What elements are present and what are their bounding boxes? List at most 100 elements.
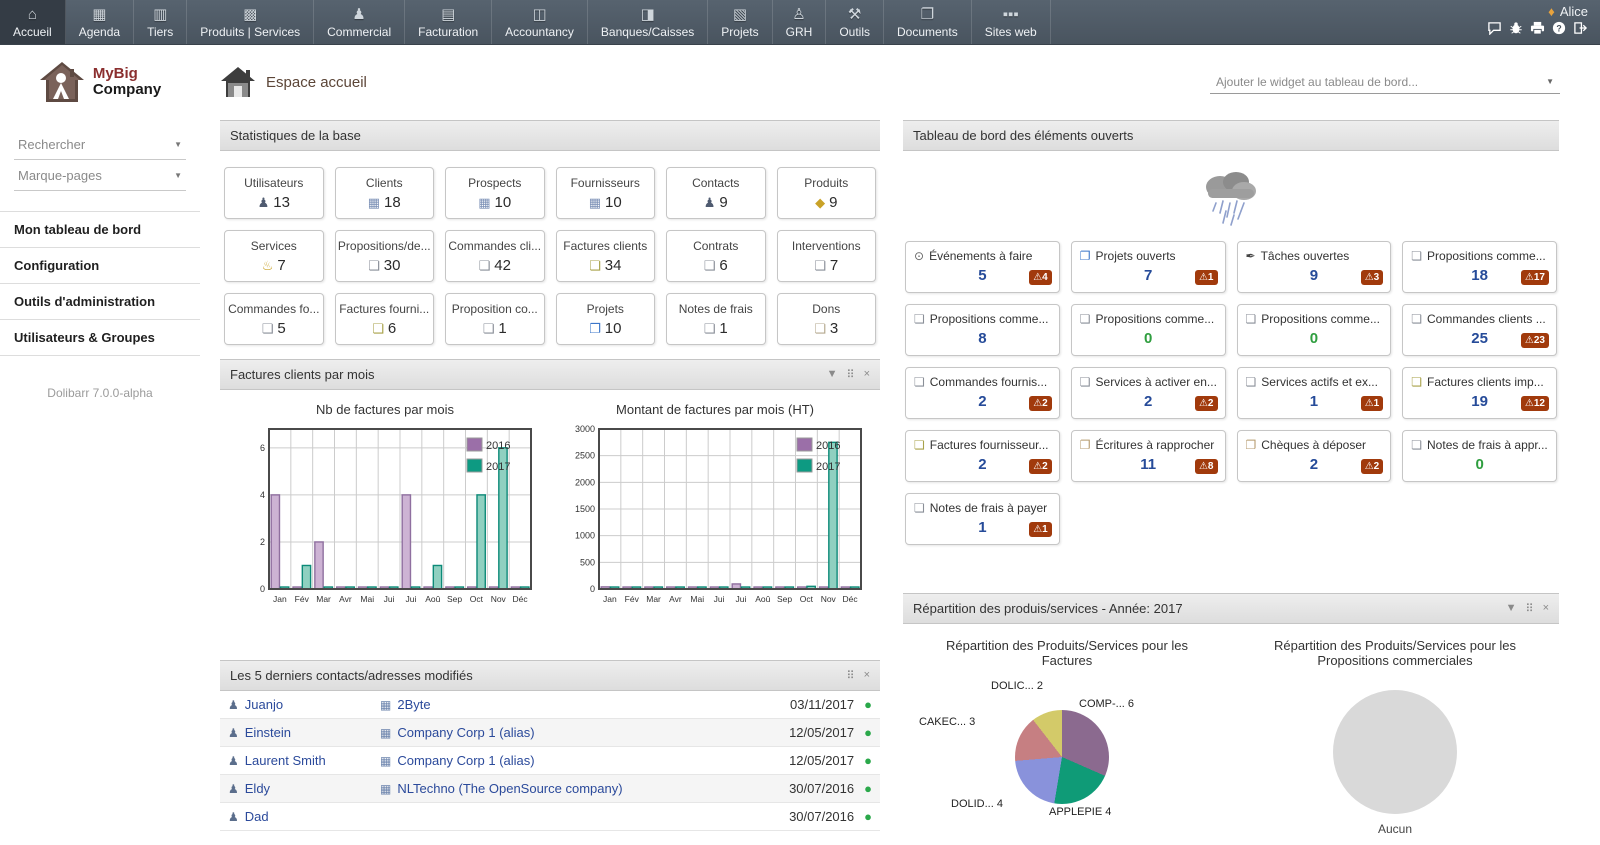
move-handle-icon[interactable]: ⠿ — [1526, 602, 1534, 615]
expense-icon: ❏ — [1411, 438, 1422, 452]
filter-icon[interactable]: ▼ — [1506, 602, 1517, 615]
open-item-box[interactable]: ❏Propositions comme...8 — [905, 304, 1060, 356]
document-icon: ❏ — [483, 321, 495, 336]
sidebar-item-configuration[interactable]: Configuration — [0, 247, 200, 283]
bookmarks-select[interactable]: Marque-pages▼ — [14, 160, 186, 191]
document-icon: ❏ — [914, 375, 925, 389]
open-item-box[interactable]: ❏Commandes clients ...25⚠23 — [1402, 304, 1557, 356]
stat-box-label: Produits — [780, 176, 874, 190]
sidebar-item-outils-d-administration[interactable]: Outils d'administration — [0, 283, 200, 319]
stat-box-value: ❏7 — [780, 257, 874, 274]
bug-icon[interactable] — [1509, 21, 1523, 35]
stat-box[interactable]: Proposition co...❏1 — [445, 293, 545, 345]
company-link[interactable]: ▦Company Corp 1 (alias) — [380, 725, 789, 740]
stat-box[interactable]: Contrats❏6 — [666, 230, 766, 282]
stat-box[interactable]: Contacts♟9 — [666, 167, 766, 219]
open-item-box[interactable]: ❐Chèques à déposer2⚠2 — [1237, 430, 1392, 482]
nav-item-accountancy[interactable]: ◫Accountancy — [492, 0, 588, 44]
stat-box[interactable]: Produits◆9 — [777, 167, 877, 219]
stat-box[interactable]: Clients▦18 — [335, 167, 435, 219]
open-item-box[interactable]: ❏Propositions comme...0 — [1071, 304, 1226, 356]
stat-box[interactable]: Factures clients❏34 — [556, 230, 656, 282]
open-item-box[interactable]: ❏Commandes fournis...2⚠2 — [905, 367, 1060, 419]
nav-item-produits-services[interactable]: ▩Produits | Services — [187, 0, 314, 44]
svg-text:Mar: Mar — [316, 594, 331, 604]
invoice-icon: ❏ — [589, 258, 601, 273]
search-select[interactable]: Rechercher▼ — [14, 129, 186, 160]
nav-item-accueil[interactable]: ⌂Accueil — [0, 0, 66, 44]
svg-text:Nov: Nov — [490, 594, 506, 604]
open-item-box[interactable]: ❏Services à activer en...2⚠2 — [1071, 367, 1226, 419]
open-item-box[interactable]: ❏Factures clients imp...19⚠12 — [1402, 367, 1557, 419]
stat-box[interactable]: Commandes fo...❏5 — [224, 293, 324, 345]
nav-item-projets[interactable]: ▧Projets — [708, 0, 772, 44]
stat-box[interactable]: Factures fourni...❏6 — [335, 293, 435, 345]
contact-name-link[interactable]: ♟Laurent Smith — [228, 753, 380, 768]
nav-item-sites-web[interactable]: ▪▪▪Sites web — [972, 0, 1051, 44]
open-item-box[interactable]: ❏Notes de frais à appr...0 — [1402, 430, 1557, 482]
open-item-box[interactable]: ❏Notes de frais à payer1⚠1 — [905, 493, 1060, 545]
open-item-box[interactable]: ⊙Événements à faire5⚠4 — [905, 241, 1060, 293]
contact-name-link[interactable]: ♟Eldy — [228, 781, 380, 796]
nav-item-agenda[interactable]: ▦Agenda — [66, 0, 134, 44]
nav-item-facturation[interactable]: ▤Facturation — [405, 0, 492, 44]
company-link[interactable]: ▦2Byte — [380, 697, 790, 712]
nav-item-commercial[interactable]: ♟Commercial — [314, 0, 405, 44]
stat-box[interactable]: Propositions/de...❏30 — [335, 230, 435, 282]
close-icon[interactable]: × — [864, 368, 870, 381]
stats-panel-title: Statistiques de la base — [230, 128, 361, 143]
stat-box[interactable]: Interventions❏7 — [777, 230, 877, 282]
move-handle-icon[interactable]: ⠿ — [847, 368, 855, 381]
stat-box[interactable]: Utilisateurs♟13 — [224, 167, 324, 219]
help-icon[interactable]: ? — [1552, 21, 1566, 35]
stat-box-value: ❏3 — [780, 320, 874, 337]
filter-icon[interactable]: ▼ — [827, 368, 838, 381]
open-item-value-row: 25⚠23 — [1403, 327, 1556, 355]
close-icon[interactable]: × — [1543, 602, 1549, 615]
nav-item-outils[interactable]: ⚒Outils — [826, 0, 884, 44]
weather-indicator — [903, 151, 1559, 239]
contact-name: Dad — [245, 809, 269, 824]
open-item-box[interactable]: ❐Projets ouverts7⚠1 — [1071, 241, 1226, 293]
nav-item-banques-caisses[interactable]: ◨Banques/Caisses — [588, 0, 708, 44]
open-item-box[interactable]: ❏Services actifs et ex...1⚠1 — [1237, 367, 1392, 419]
open-item-box[interactable]: ❏Factures fournisseur...2⚠2 — [905, 430, 1060, 482]
nav-item-tiers[interactable]: ▥Tiers — [134, 0, 187, 44]
stat-box[interactable]: Prospects▦10 — [445, 167, 545, 219]
nav-item-label: GRH — [786, 25, 813, 39]
stat-box-value: ▦18 — [338, 194, 432, 211]
move-handle-icon[interactable]: ⠿ — [847, 669, 855, 682]
company-link[interactable]: ▦Company Corp 1 (alias) — [380, 753, 789, 768]
stat-box[interactable]: Dons❏3 — [777, 293, 877, 345]
sidebar-item-utilisateurs-groupes[interactable]: Utilisateurs & Groupes — [0, 319, 200, 356]
nav-item-grh[interactable]: ♙GRH — [773, 0, 827, 44]
logout-icon[interactable] — [1573, 21, 1588, 35]
contact-name-link[interactable]: ♟Juanjo — [228, 697, 380, 712]
stat-box[interactable]: Fournisseurs▦10 — [556, 167, 656, 219]
open-item-box[interactable]: ❐Écritures à rapprocher11⚠8 — [1071, 430, 1226, 482]
close-icon[interactable]: × — [864, 669, 870, 682]
nav-item-documents[interactable]: ❐Documents — [884, 0, 972, 44]
contact-name-link[interactable]: ♟Einstein — [228, 725, 380, 740]
svg-text:Fév: Fév — [294, 594, 309, 604]
open-item-box[interactable]: ❏Propositions comme...18⚠17 — [1402, 241, 1557, 293]
open-item-value-row: 5⚠4 — [906, 264, 1059, 292]
status-dot: ● — [864, 697, 872, 712]
chat-bubble-icon[interactable] — [1487, 21, 1502, 35]
open-item-box[interactable]: ❏Propositions comme...0 — [1237, 304, 1392, 356]
company-link[interactable]: ▦NLTechno (The OpenSource company) — [380, 781, 789, 796]
contact-name-link[interactable]: ♟Dad — [228, 809, 380, 824]
add-widget-dropdown[interactable]: Ajouter le widget au tableau de bord... … — [1210, 71, 1560, 94]
stat-box[interactable]: Notes de frais❏1 — [666, 293, 766, 345]
open-item-count: 9 — [1310, 267, 1318, 284]
expense-icon: ❏ — [704, 321, 716, 336]
user-menu[interactable]: ♦ Alice — [1548, 4, 1588, 19]
open-item-box[interactable]: ✒Tâches ouvertes9⚠3 — [1237, 241, 1392, 293]
stat-box[interactable]: Commandes cli...❏42 — [445, 230, 545, 282]
open-item-count: 2 — [978, 456, 986, 473]
stat-box[interactable]: Services♨7 — [224, 230, 324, 282]
home-icon: ⌂ — [28, 5, 37, 25]
print-icon[interactable] — [1530, 21, 1545, 35]
sidebar-item-mon-tableau-de-bord[interactable]: Mon tableau de bord — [0, 211, 200, 247]
stat-box[interactable]: Projets❐10 — [556, 293, 656, 345]
